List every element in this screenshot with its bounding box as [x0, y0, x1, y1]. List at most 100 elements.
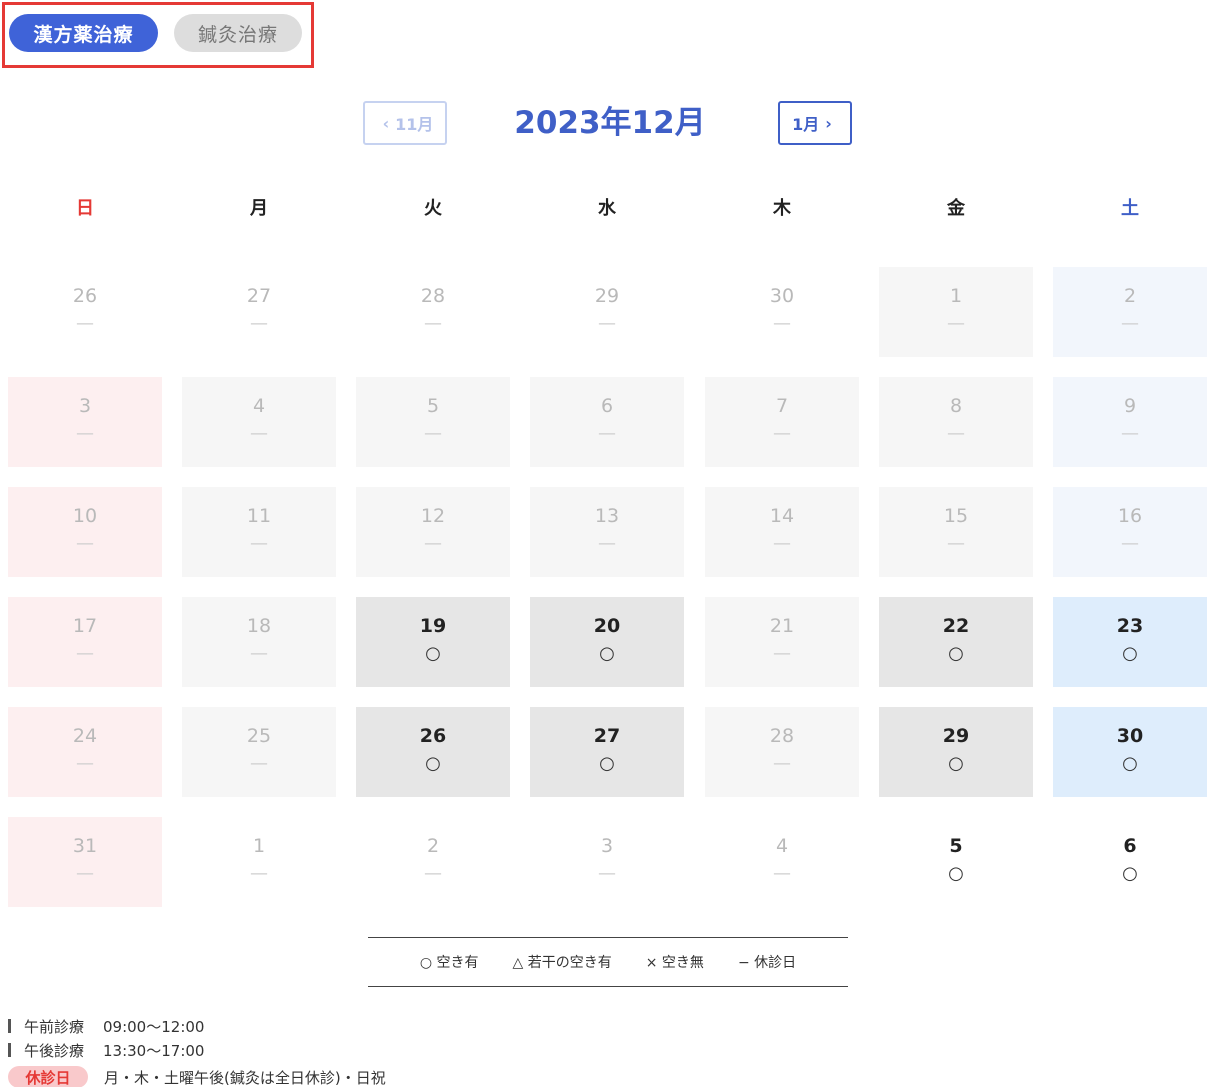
day-number: 10 [72, 505, 98, 527]
calendar-day-cell: 21 — [705, 597, 859, 687]
availability-mark: ○ [425, 753, 441, 774]
calendar-day-cell: 3— [530, 817, 684, 907]
calendar-day-cell: 10 — [8, 487, 162, 577]
calendar-day-cell: 31 — [8, 817, 162, 907]
calendar-day-cell[interactable]: 23 ○ [1053, 597, 1207, 687]
tab-acupuncture[interactable]: 鍼灸治療 [174, 14, 302, 52]
availability-mark: ○ [1122, 753, 1138, 774]
morning-label: 午前診療 [24, 1017, 85, 1036]
availability-mark: — [598, 423, 616, 444]
reservation-page: 漢方薬治療 鍼灸治療 ‹ 11月 2023年12月 1月 › 日 月 火 水 木 金… [0, 0, 1215, 1087]
calendar-day-cell: 2— [356, 817, 510, 907]
prev-month-label: 11月 [395, 115, 434, 134]
day-number: 31 [72, 835, 98, 857]
availability-mark: — [947, 313, 965, 334]
calendar-day-cell: 18 — [182, 597, 336, 687]
availability-mark: — [773, 423, 791, 444]
calendar-day-cell: 4— [705, 817, 859, 907]
afternoon-hours: 午後診療 13:30〜17:00 [8, 1040, 204, 1060]
availability-mark: — [598, 863, 616, 884]
availability-mark: ○ [425, 643, 441, 664]
day-number: 2 [1123, 285, 1137, 307]
availability-mark: — [773, 533, 791, 554]
availability-mark: — [424, 863, 442, 884]
calendar-day-cell: 3— [8, 377, 162, 467]
day-number: 18 [246, 615, 272, 637]
calendar-day-cell[interactable]: 19 ○ [356, 597, 510, 687]
holiday-text: 月・木・土曜午後(鍼灸は全日休診)・日祝 [104, 1068, 386, 1087]
holiday-badge: 休診日 [8, 1066, 88, 1087]
availability-mark: — [424, 533, 442, 554]
day-number: 30 [769, 285, 795, 307]
day-number: 29 [942, 725, 970, 747]
calendar-day-cell: 28 — [705, 707, 859, 797]
calendar-day-cell: 13 — [530, 487, 684, 577]
calendar-day-cell[interactable]: 22 ○ [879, 597, 1033, 687]
day-number: 9 [1123, 395, 1137, 417]
prev-month-button[interactable]: ‹ 11月 [363, 101, 447, 145]
calendar-day-cell[interactable]: 30 ○ [1053, 707, 1207, 797]
calendar-day-cell: 11 — [182, 487, 336, 577]
day-number: 27 [246, 285, 272, 307]
availability-mark: ○ [1122, 643, 1138, 664]
calendar-day-cell[interactable]: 27 ○ [530, 707, 684, 797]
weekday-tue: 火 [424, 198, 442, 219]
legend-available: ○ 空き有 [419, 955, 479, 971]
availability-mark: — [424, 423, 442, 444]
day-number: 16 [1117, 505, 1143, 527]
calendar-day-cell: 1— [182, 817, 336, 907]
weekday-fri: 金 [947, 198, 965, 219]
next-month-button[interactable]: 1月 › [778, 101, 852, 145]
availability-mark: — [250, 313, 268, 334]
calendar-day-cell[interactable]: 26 ○ [356, 707, 510, 797]
day-number: 23 [1116, 615, 1144, 637]
calendar-day-cell: 9— [1053, 377, 1207, 467]
calendar-day-cell[interactable]: 6 ○ [1053, 817, 1207, 907]
availability-mark: — [1121, 313, 1139, 334]
availability-mark: — [76, 423, 94, 444]
day-number: 8 [949, 395, 963, 417]
day-number: 6 [1123, 835, 1137, 857]
calendar-day-cell[interactable]: 29 ○ [879, 707, 1033, 797]
day-number: 11 [246, 505, 272, 527]
availability-mark: — [250, 863, 268, 884]
weekday-thu: 木 [773, 198, 791, 219]
day-number: 22 [942, 615, 970, 637]
day-number: 5 [426, 395, 440, 417]
day-number: 27 [593, 725, 621, 747]
day-number: 28 [420, 285, 446, 307]
availability-mark: ○ [1122, 863, 1138, 884]
calendar-day-cell: 30 — [705, 267, 859, 357]
availability-mark: — [1121, 533, 1139, 554]
calendar-day-cell: 6— [530, 377, 684, 467]
calendar-day-cell[interactable]: 5 ○ [879, 817, 1033, 907]
afternoon-time: 13:30〜17:00 [103, 1041, 205, 1060]
weekday-wed: 水 [598, 198, 616, 219]
day-number: 2 [426, 835, 440, 857]
legend-full: × 空き無 [645, 955, 704, 971]
availability-mark: — [598, 533, 616, 554]
availability-mark: — [250, 753, 268, 774]
availability-mark: — [76, 313, 94, 334]
calendar-day-cell[interactable]: 20 ○ [530, 597, 684, 687]
availability-mark: ○ [948, 753, 964, 774]
day-number: 15 [943, 505, 969, 527]
tab-kampo[interactable]: 漢方薬治療 [9, 14, 158, 52]
day-number: 7 [775, 395, 789, 417]
calendar-day-cell: 15 — [879, 487, 1033, 577]
availability-mark: — [773, 643, 791, 664]
weekday-sun: 日 [76, 198, 94, 219]
day-number: 1 [949, 285, 963, 307]
month-title: 2023年12月 [514, 105, 706, 141]
availability-legend: ○ 空き有 △ 若干の空き有 × 空き無 − 休診日 [368, 937, 848, 987]
calendar-day-cell: 14 — [705, 487, 859, 577]
calendar-day-cell: 28 — [356, 267, 510, 357]
legend-closed: − 休診日 [737, 955, 797, 971]
availability-mark: — [947, 533, 965, 554]
day-number: 1 [252, 835, 266, 857]
availability-mark: ○ [599, 753, 615, 774]
calendar-day-cell: 16 — [1053, 487, 1207, 577]
availability-mark: ○ [599, 643, 615, 664]
day-number: 14 [769, 505, 795, 527]
calendar-day-cell: 24 — [8, 707, 162, 797]
